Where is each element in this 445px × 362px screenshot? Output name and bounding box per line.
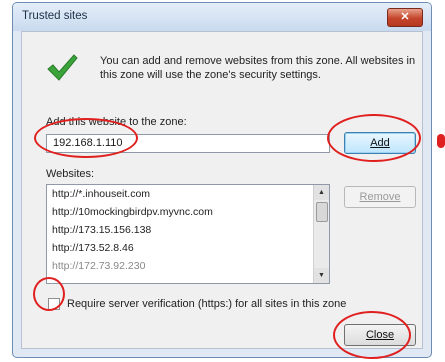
scroll-up-icon[interactable]: ▲ <box>314 185 329 200</box>
remove-button-label: Remove <box>359 191 401 203</box>
window-title: Trusted sites <box>22 10 88 22</box>
title-bar: Trusted sites ✕ <box>13 3 431 31</box>
list-item[interactable]: http://173.52.8.46 <box>47 239 329 257</box>
scroll-thumb[interactable] <box>316 202 328 222</box>
list-item[interactable]: http://173.15.156.138 <box>47 221 329 239</box>
window-close-button[interactable]: ✕ <box>387 8 423 27</box>
dialog-content: You can add and remove websites from thi… <box>21 31 423 349</box>
websites-label: Websites: <box>46 168 95 180</box>
require-https-label[interactable]: Require server verification (https:) for… <box>67 298 346 310</box>
annotation-circle-add <box>327 114 421 162</box>
list-item[interactable]: http://*.inhouseit.com <box>47 185 329 203</box>
websites-list[interactable]: http://*.inhouseit.com http://10mockingb… <box>46 184 330 284</box>
websites-scrollbar[interactable]: ▲ ▼ <box>313 185 329 283</box>
close-icon: ✕ <box>400 11 410 23</box>
annotation-mark <box>437 134 445 148</box>
list-item[interactable]: http://172.73.92.230 <box>47 257 329 275</box>
info-text: You can add and remove websites from thi… <box>100 55 416 81</box>
annotation-circle-close <box>333 311 411 359</box>
check-icon <box>47 54 78 81</box>
list-item[interactable]: http://10mockingbirdpv.myvnc.com <box>47 203 329 221</box>
remove-button[interactable]: Remove <box>344 186 416 208</box>
annotation-circle-checkbox <box>33 277 65 311</box>
trusted-sites-dialog: Trusted sites ✕ You can add and remove w… <box>12 2 432 358</box>
annotation-circle-input <box>34 118 138 158</box>
scroll-down-icon[interactable]: ▼ <box>314 268 329 283</box>
